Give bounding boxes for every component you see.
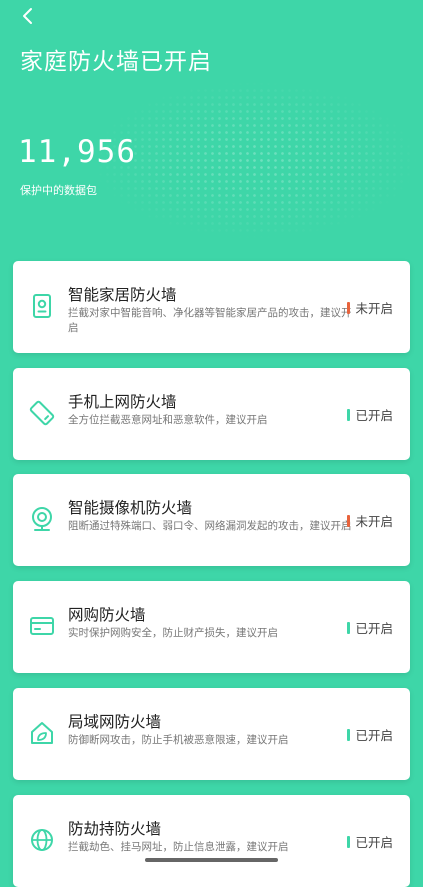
card-title: 智能家居防火墙 — [68, 286, 177, 304]
status-label: 未开启 — [355, 514, 393, 529]
decorative-dot-pattern — [90, 80, 420, 240]
packet-count: 11,956 — [18, 134, 136, 170]
card-description: 全方位拦截恶意网址和恶意软件，建议开启 — [68, 414, 268, 426]
status-badge[interactable]: 未开启 — [347, 298, 393, 317]
page-title: 家庭防火墙已开启 — [20, 49, 212, 75]
card-description: 拦截对家中智能音响、净化器等智能家居产品的攻击，建议开启 — [68, 307, 352, 334]
status-badge[interactable]: 已开启 — [347, 832, 393, 851]
status-label: 已开启 — [355, 621, 393, 636]
firewall-card-mobile[interactable]: 手机上网防火墙 全方位拦截恶意网址和恶意软件，建议开启 已开启 — [13, 368, 410, 460]
smart-home-device-icon — [33, 294, 51, 318]
firewall-card-anti-hijack[interactable]: 防劫持防火墙 拦截劫色、挂马网址，防止信息泄露，建议开启 已开启 — [13, 795, 410, 887]
credit-card-icon — [30, 617, 54, 635]
status-label: 已开启 — [355, 728, 393, 743]
home-indicator[interactable] — [145, 858, 278, 862]
status-label: 已开启 — [355, 408, 393, 423]
card-title: 手机上网防火墙 — [68, 393, 177, 411]
card-description: 拦截劫色、挂马网址，防止信息泄露，建议开启 — [68, 841, 289, 853]
back-button[interactable] — [14, 4, 40, 28]
status-indicator-bar — [347, 514, 351, 527]
mobile-phone-icon — [29, 400, 55, 426]
status-indicator-bar — [347, 835, 351, 848]
card-title: 局域网防火墙 — [68, 713, 162, 731]
card-title: 防劫持防火墙 — [68, 820, 162, 838]
status-indicator-bar — [347, 408, 351, 421]
status-indicator-bar — [347, 621, 351, 634]
home-leaf-icon — [31, 722, 53, 744]
firewall-card-smart-home[interactable]: 智能家居防火墙 拦截对家中智能音响、净化器等智能家居产品的攻击，建议开启 未开启 — [13, 261, 410, 353]
status-badge[interactable]: 已开启 — [347, 618, 393, 637]
firewall-card-camera[interactable]: 智能摄像机防火墙 阻断通过特殊端口、弱口令、网络漏洞发起的攻击，建议开启 未开启 — [13, 474, 410, 566]
firewall-card-lan[interactable]: 局域网防火墙 防御断网攻击，防止手机被恶意限速，建议开启 已开启 — [13, 688, 410, 780]
card-title: 智能摄像机防火墙 — [68, 499, 193, 517]
firewall-card-shopping[interactable]: 网购防火墙 实时保护网购安全，防止财产损失，建议开启 已开启 — [13, 581, 410, 673]
status-badge[interactable]: 已开启 — [347, 725, 393, 744]
status-badge[interactable]: 未开启 — [347, 511, 393, 530]
card-description: 阻断通过特殊端口、弱口令、网络漏洞发起的攻击，建议开启 — [68, 520, 352, 532]
globe-icon — [31, 829, 53, 851]
status-label: 已开启 — [355, 835, 393, 850]
card-description: 防御断网攻击，防止手机被恶意限速，建议开启 — [68, 734, 289, 746]
status-badge[interactable]: 已开启 — [347, 405, 393, 424]
camera-icon — [32, 507, 52, 531]
card-description: 实时保护网购安全，防止财产损失，建议开启 — [68, 627, 278, 639]
status-label: 未开启 — [355, 301, 393, 316]
chevron-left-icon — [23, 8, 32, 24]
packet-count-label: 保护中的数据包 — [20, 184, 97, 197]
card-title: 网购防火墙 — [68, 606, 146, 624]
status-indicator-bar — [347, 301, 351, 314]
status-indicator-bar — [347, 728, 351, 741]
